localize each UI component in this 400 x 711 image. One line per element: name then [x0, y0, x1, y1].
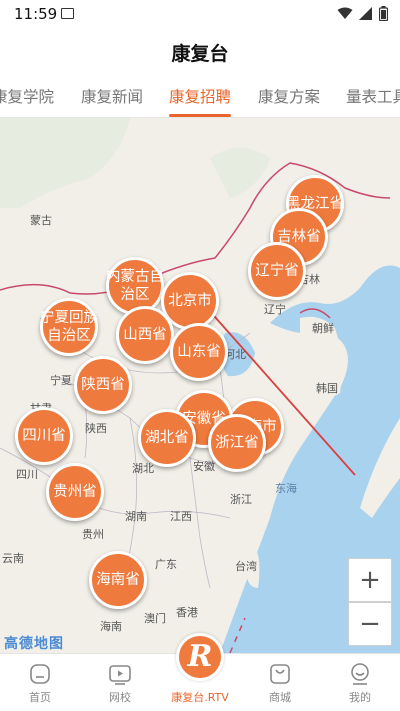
tab-rehab-academy[interactable]: 康复学院 [0, 85, 54, 107]
map-label: 韩国 [316, 382, 338, 395]
tab-rehab-plans[interactable]: 康复方案 [258, 85, 320, 107]
wifi-icon [337, 7, 353, 19]
status-icons [337, 6, 388, 21]
app-header: 康复台 [0, 28, 400, 72]
province-marker-hainan[interactable]: 海南省 [89, 551, 147, 609]
map-label: 蒙古 [30, 214, 52, 227]
province-marker-guizhou[interactable]: 贵州省 [46, 463, 104, 521]
home-icon [30, 664, 50, 684]
map-label: 湖南 [125, 510, 147, 523]
zoom-out-button[interactable]: − [348, 602, 392, 646]
shop-bag-icon [270, 664, 290, 684]
province-marker-hubei[interactable]: 湖北省 [138, 409, 196, 467]
tab-rehab-news[interactable]: 康复新闻 [81, 85, 143, 107]
map-label: 台湾 [235, 560, 257, 573]
nav-home-label: 首页 [29, 691, 51, 704]
map-label: 东海 [275, 482, 297, 495]
province-marker-shaanxi[interactable]: 陕西省 [74, 356, 132, 414]
map-provider-logo: 高德地图 [4, 636, 64, 652]
active-tab-indicator [169, 114, 231, 117]
nav-shop-label: 商城 [269, 691, 291, 704]
province-marker-shandong[interactable]: 山东省 [170, 323, 228, 381]
map-label: 辽宁 [264, 303, 286, 316]
province-marker-liaoning[interactable]: 辽宁省 [248, 242, 306, 300]
map-label: 香港 [176, 606, 198, 619]
video-icon [109, 665, 131, 685]
province-marker-ningxia[interactable]: 宁夏回族 自治区 [40, 298, 98, 356]
status-bar: 11:59 [0, 0, 400, 28]
map-label: 澳门 [144, 612, 166, 625]
category-tabs: 康复学院 康复新闻 康复招聘 康复方案 量表工具 [0, 72, 400, 118]
status-time: 11:59 [14, 5, 58, 23]
nav-home[interactable]: 首页 [10, 662, 70, 705]
map-label: 朝鲜 [312, 322, 334, 335]
map-label: 广东 [155, 558, 177, 571]
profile-icon [351, 663, 369, 685]
map-label: 浙江 [230, 493, 252, 506]
nav-shop[interactable]: 商城 [250, 662, 310, 705]
map-label: 江西 [170, 510, 192, 523]
brand-logo-icon[interactable]: R [176, 633, 224, 681]
tab-rehab-recruitment[interactable]: 康复招聘 [169, 85, 231, 107]
gallery-notification-icon [61, 8, 74, 19]
nav-profile[interactable]: 我的 [330, 662, 390, 705]
map-label: 安徽 [193, 460, 215, 473]
map-label: 宁夏 [50, 374, 72, 387]
map-label: 海南 [100, 620, 122, 633]
map-label: 陕西 [85, 422, 107, 435]
battery-icon [379, 6, 388, 21]
map-label: 云南 [2, 552, 24, 565]
zoom-in-button[interactable]: + [348, 558, 392, 602]
nav-profile-label: 我的 [349, 691, 371, 704]
nav-online-school-label: 网校 [109, 691, 131, 704]
map-label: 四川 [16, 468, 38, 481]
page-title: 康复台 [171, 43, 229, 65]
nav-rtv-label[interactable]: 康复台.RTV [160, 689, 240, 705]
map-label: 贵州 [82, 528, 104, 541]
province-marker-sichuan[interactable]: 四川省 [15, 407, 73, 465]
province-marker-inner-mongolia[interactable]: 内蒙古自 治区 [106, 257, 164, 315]
recruitment-map[interactable]: 蒙古 朝鲜 韩国 辽宁 吉林 宁夏 甘肃 陕西 四川 湖北 安徽 湖南 江西 浙… [0, 118, 400, 653]
province-marker-zhejiang[interactable]: 浙江省 [208, 414, 266, 472]
tab-scale-tools[interactable]: 量表工具 [346, 85, 400, 107]
province-marker-shanxi[interactable]: 山西省 [116, 306, 174, 364]
nav-online-school[interactable]: 网校 [90, 662, 150, 705]
signal-icon [359, 7, 372, 20]
